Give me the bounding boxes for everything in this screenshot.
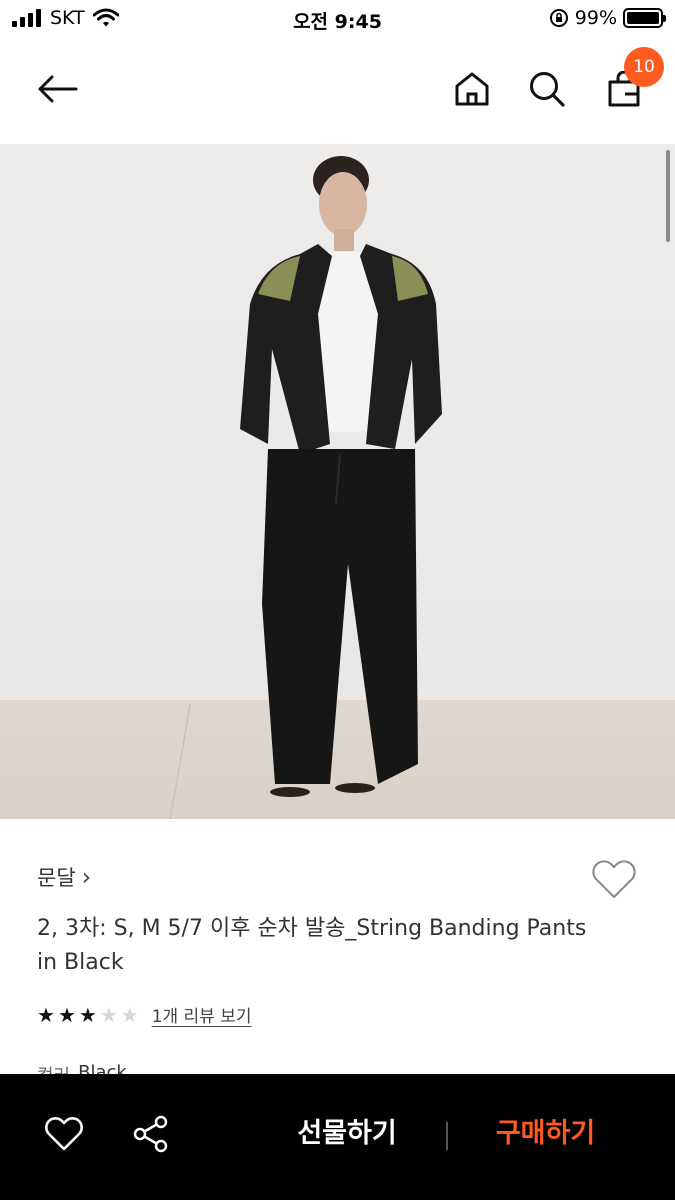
bottom-bar-divider — [446, 1122, 448, 1150]
status-bar: SKT 오전 9:45 99% — [0, 0, 675, 40]
star-icon: ★ — [120, 1002, 139, 1027]
back-arrow-icon — [38, 75, 78, 103]
image-scroll-indicator — [666, 150, 670, 242]
heart-icon — [45, 1117, 83, 1151]
heart-icon — [592, 860, 636, 898]
wishlist-button[interactable] — [44, 1114, 84, 1154]
battery-percent: 99% — [574, 7, 617, 29]
gift-button[interactable]: 선물하기 — [282, 1112, 412, 1156]
brand-name: 문달 — [37, 866, 76, 890]
battery-icon — [623, 8, 666, 28]
search-button[interactable] — [525, 67, 569, 111]
brand-link[interactable]: 문달 › — [37, 862, 91, 892]
cart-button[interactable]: 10 — [602, 47, 664, 111]
product-image[interactable] — [0, 144, 675, 819]
top-nav: 10 — [0, 40, 675, 144]
cart-count-badge: 10 — [624, 47, 664, 87]
star-icon: ★ — [37, 1002, 55, 1027]
back-button[interactable] — [35, 67, 79, 111]
star-icon: ★ — [57, 1002, 76, 1027]
rotation-lock-icon — [549, 9, 568, 27]
share-button[interactable] — [131, 1114, 171, 1154]
model-figure — [169, 156, 442, 819]
status-right: 99% — [549, 7, 666, 29]
buy-button[interactable]: 구매하기 — [478, 1112, 613, 1156]
product-title: 2, 3차: S, M 5/7 이후 순차 발송_String Banding … — [37, 916, 587, 975]
search-icon — [530, 72, 565, 107]
home-icon — [455, 72, 489, 106]
bottom-action-bar: 선물하기 구매하기 — [0, 1074, 675, 1200]
star-icon: ★ — [78, 1002, 97, 1027]
battery-fill — [627, 12, 659, 24]
reviews-link[interactable]: 1개 리뷰 보기 — [152, 1002, 252, 1027]
wishlist-button-top[interactable] — [591, 858, 637, 900]
star-icon: ★ — [99, 1002, 118, 1027]
chevron-right-icon: › — [81, 863, 92, 891]
home-button[interactable] — [450, 67, 494, 111]
share-icon — [133, 1115, 168, 1153]
rating-row: ★ ★ ★ ★ ★ 1개 리뷰 보기 — [37, 1002, 252, 1028]
